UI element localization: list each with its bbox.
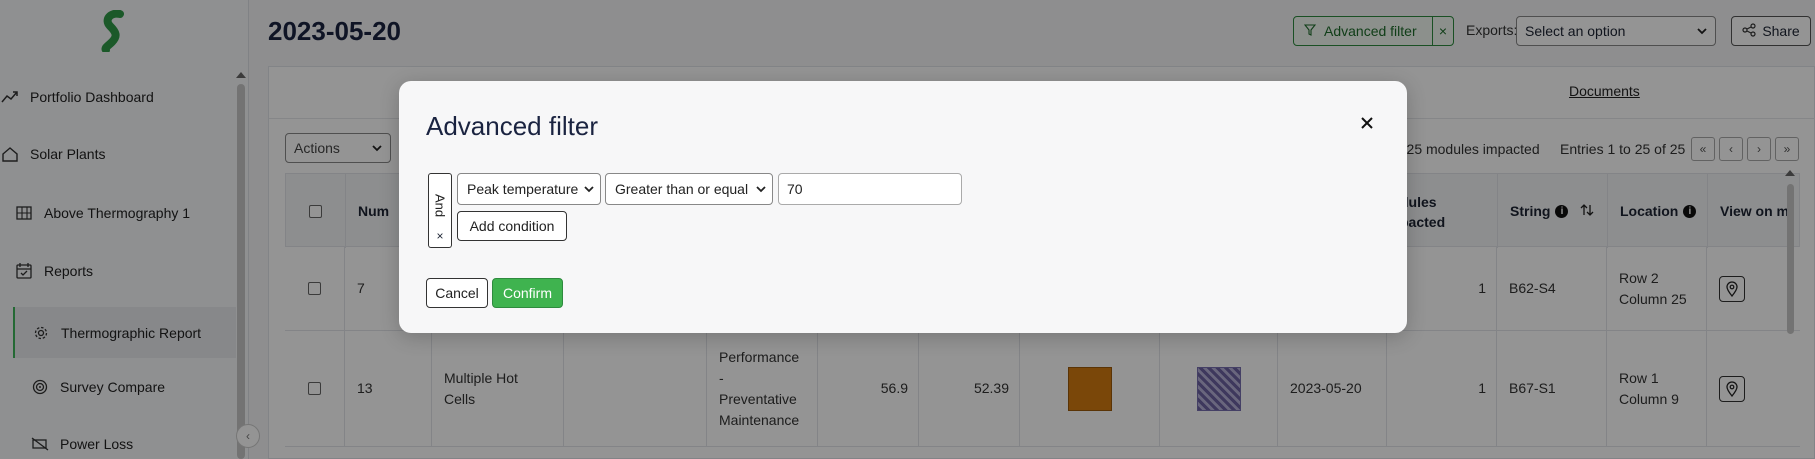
advanced-filter-modal: Advanced filter And × Peak temperature G… <box>399 81 1407 333</box>
cancel-button[interactable]: Cancel <box>426 278 488 308</box>
group-operator-label: And <box>432 193 448 218</box>
modal-close-button[interactable] <box>1357 113 1377 133</box>
condition-operator-select[interactable]: Greater than or equal <box>605 173 773 205</box>
chevron-down-icon <box>756 186 766 193</box>
chevron-down-icon <box>584 186 594 193</box>
condition-field-select[interactable]: Peak temperature <box>457 173 601 205</box>
group-remove-button[interactable]: × <box>428 224 452 248</box>
condition-operator-value: Greater than or equal <box>615 181 749 197</box>
modal-title: Advanced filter <box>426 111 598 141</box>
add-condition-button[interactable]: Add condition <box>457 211 567 241</box>
close-icon <box>1361 117 1373 129</box>
condition-field-value: Peak temperature <box>467 181 579 197</box>
confirm-button[interactable]: Confirm <box>492 278 563 308</box>
condition-value-input[interactable]: 70 <box>778 173 962 205</box>
